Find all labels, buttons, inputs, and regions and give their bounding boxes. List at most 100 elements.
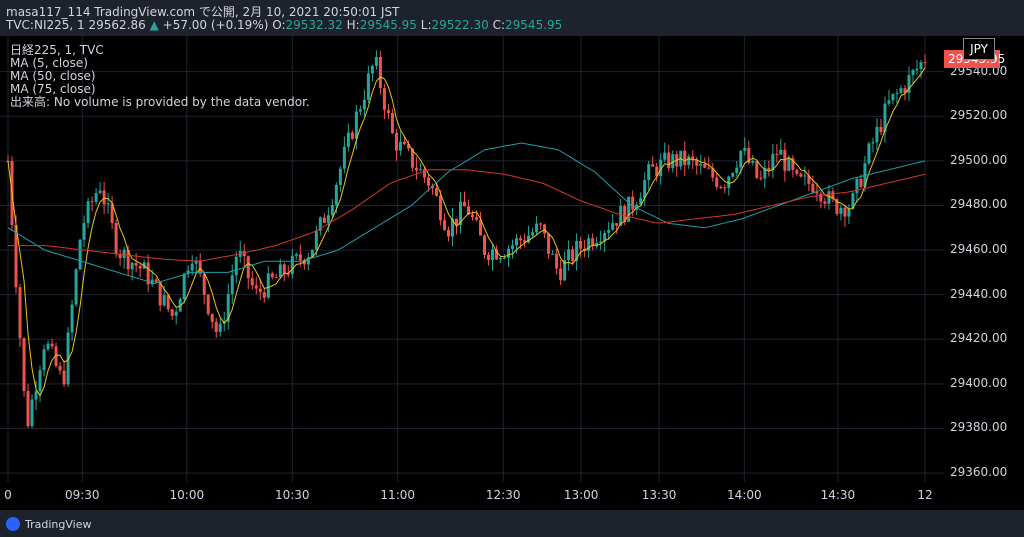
candle-body — [98, 190, 102, 194]
candle-body — [687, 156, 691, 166]
candle-body — [358, 109, 362, 112]
candle-body — [839, 207, 843, 214]
candle-body — [499, 258, 503, 260]
candle-body — [923, 62, 927, 64]
candle-body — [438, 195, 442, 221]
candle-body — [743, 147, 747, 151]
candle-body — [334, 184, 338, 205]
candle-body — [434, 188, 438, 196]
currency-button[interactable]: JPY — [963, 38, 995, 60]
y-tick-label: 29500.00 — [950, 152, 1008, 167]
candle-body — [539, 223, 543, 225]
candle-body — [34, 391, 38, 400]
x-tick-label: 13:30 — [641, 488, 677, 502]
candle-body — [779, 149, 783, 155]
open-value: 29532.32 — [285, 18, 343, 32]
candle-body — [442, 220, 446, 230]
candle-body — [254, 285, 258, 289]
candle-body — [314, 230, 318, 250]
header-bar: masa117_114 TradingView.com で公開, 2月 10, … — [0, 0, 1024, 36]
candle-body — [166, 295, 170, 310]
candle-body — [735, 167, 739, 174]
y-tick-label: 29460.00 — [950, 242, 1008, 257]
candle-body — [915, 68, 919, 71]
candle-body — [394, 133, 398, 151]
symbol-line: TVC:NI225, 1 29562.86 ▲ +57.00 (+0.19%) … — [6, 18, 562, 32]
candle-body — [887, 100, 891, 104]
up-arrow-icon: ▲ — [149, 18, 159, 32]
candle-body — [274, 277, 278, 279]
candle-body — [390, 113, 394, 134]
candle-body — [503, 257, 507, 259]
candle-body — [298, 254, 302, 261]
candle-body — [342, 146, 346, 169]
candle-body — [46, 343, 50, 350]
candle-body — [378, 57, 382, 89]
candle-body — [78, 239, 82, 270]
candle-body — [386, 109, 390, 114]
candle-body — [122, 249, 126, 259]
candle-body — [695, 160, 699, 166]
candle-body — [74, 269, 78, 305]
candle-body — [370, 65, 374, 74]
candle-body — [262, 292, 266, 298]
candle-body — [70, 304, 74, 333]
candle-body — [258, 288, 262, 293]
candle-body — [567, 249, 571, 261]
tradingview-logo[interactable]: TradingView — [6, 517, 91, 531]
candle-body — [487, 254, 491, 260]
candle-body — [30, 399, 34, 427]
price-axis[interactable] — [944, 36, 1024, 482]
candle-body — [579, 240, 583, 249]
candle-body — [875, 126, 879, 143]
candle-body — [627, 196, 631, 222]
high-label: H: — [346, 18, 360, 32]
candle-body — [270, 273, 274, 278]
candle-body — [18, 287, 22, 339]
candle-body — [350, 132, 354, 139]
candle-body — [787, 158, 791, 171]
candle-body — [483, 235, 487, 255]
candle-body — [362, 99, 366, 110]
candle-body — [699, 163, 703, 166]
candle-body — [266, 273, 270, 298]
candle-body — [414, 167, 418, 171]
candle-body — [326, 215, 330, 223]
y-tick-label: 29480.00 — [950, 197, 1008, 212]
y-tick-label: 29520.00 — [950, 108, 1008, 123]
candle-body — [879, 126, 883, 133]
candle-body — [282, 264, 286, 274]
footer: TradingView — [0, 510, 1024, 537]
candle-body — [547, 233, 551, 254]
y-tick-label: 29400.00 — [950, 375, 1008, 390]
candle-body — [210, 313, 214, 322]
candle-body — [278, 264, 282, 278]
x-tick-label: 12 — [917, 488, 933, 502]
change: +57.00 (+0.19%) — [162, 18, 269, 32]
candle-body — [90, 201, 94, 203]
y-tick-label: 29440.00 — [950, 286, 1008, 301]
candle-body — [338, 168, 342, 185]
candle-body — [611, 223, 615, 230]
candle-body — [58, 365, 62, 371]
candle-body — [899, 88, 903, 93]
candle-body — [571, 249, 575, 261]
candle-body — [715, 177, 719, 188]
candle-body — [162, 295, 166, 306]
candle-body — [727, 176, 731, 188]
candle-body — [346, 132, 350, 147]
candle-body — [246, 256, 250, 279]
y-tick-label: 29380.00 — [950, 420, 1008, 435]
candle-body — [535, 223, 539, 233]
candle-body — [130, 262, 134, 270]
legend: 日経225, 1, TVC MA (5, close) MA (50, clos… — [10, 44, 310, 109]
candle-body — [114, 222, 118, 254]
candle-body — [515, 238, 519, 246]
candle-body — [471, 214, 475, 218]
candle-body — [446, 229, 450, 237]
brand-name: TradingView — [25, 517, 92, 531]
candle-body — [106, 203, 110, 205]
candle-body — [843, 207, 847, 217]
candle-body — [38, 370, 42, 392]
low-label: L: — [420, 18, 432, 32]
